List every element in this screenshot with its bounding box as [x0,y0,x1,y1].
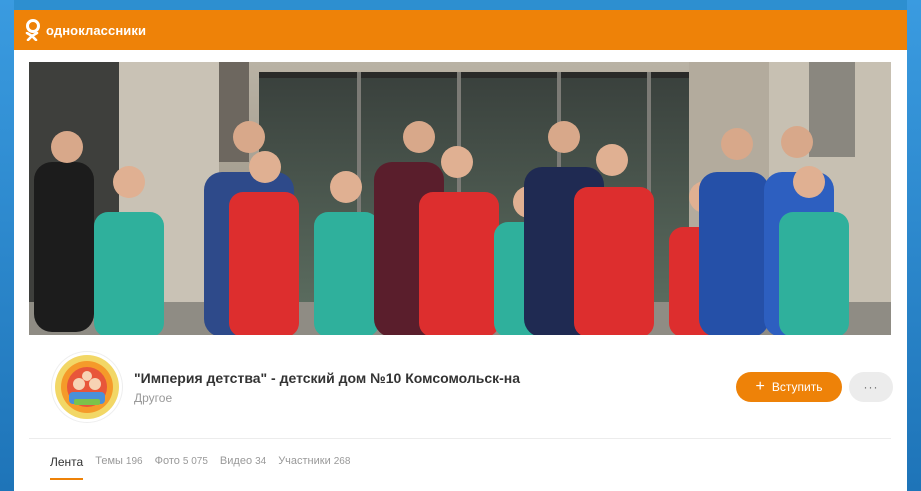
tab-label: Видео [219,455,253,467]
tab-count: 5 075 [182,456,208,467]
ok-logo-icon[interactable] [23,19,41,41]
group-tabs: Лента Темы 196 Фото 5 075 Видео 34 Участник… [50,455,362,480]
tab-label: Участники [278,455,331,467]
top-bar: одноклассники [14,10,907,50]
tab-label: Лента [50,455,84,469]
plus-icon: + [755,378,765,395]
tab-count: 268 [333,456,351,467]
group-header: "Империя детства" - детский дом №10 Комс… [14,335,907,439]
more-dots-icon: ··· [863,380,879,394]
tab-members[interactable]: Участники 268 [278,455,350,469]
tab-label: Темы [95,455,123,467]
group-card: "Империя детства" - детский дом №10 Комс… [14,50,907,491]
tab-photos[interactable]: Фото 5 075 [155,455,208,469]
group-category[interactable]: Другое [134,391,172,405]
tab-topics[interactable]: Темы 196 [95,455,142,469]
background-right [907,0,921,491]
tab-feed[interactable]: Лента [50,455,84,480]
tab-count: 196 [125,456,143,467]
tab-label: Фото [154,455,180,467]
tab-videos[interactable]: Видео 34 [220,455,266,469]
logo-text[interactable]: одноклассники [46,23,146,38]
more-button[interactable]: ··· [849,372,893,402]
divider [29,438,891,439]
group-avatar[interactable] [52,352,122,422]
background-left [0,0,14,491]
join-button[interactable]: + Вступить [736,372,842,402]
group-title[interactable]: "Империя детства" - детский дом №10 Комс… [134,370,520,386]
tab-count: 34 [255,456,267,467]
cover-photo [29,62,891,335]
join-label: Вступить [771,380,823,394]
